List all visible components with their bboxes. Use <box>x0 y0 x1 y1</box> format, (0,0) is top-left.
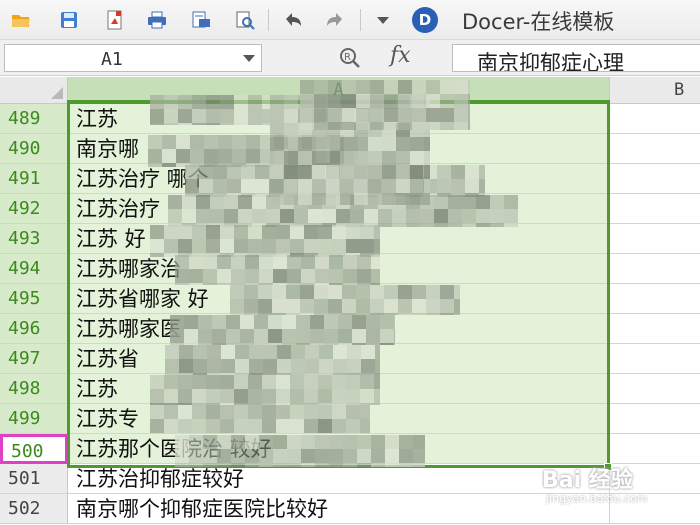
cell-a[interactable]: 江苏那个医院治 较好 <box>68 434 610 464</box>
save-icon[interactable] <box>56 7 82 33</box>
row-header[interactable]: 492 <box>0 194 68 224</box>
cell-b[interactable] <box>610 374 700 404</box>
watermark-url: jingyan.baidu.com <box>546 492 648 505</box>
chevron-down-icon[interactable] <box>243 55 255 62</box>
cell-a[interactable]: 南京哪 <box>68 134 610 164</box>
row-header[interactable]: 493 <box>0 224 68 254</box>
cell-b[interactable] <box>610 134 700 164</box>
cell-b[interactable] <box>610 314 700 344</box>
cell-b[interactable] <box>610 224 700 254</box>
zoom-icon[interactable]: R <box>338 46 362 70</box>
cell-a[interactable]: 江苏哪家治 <box>68 254 610 284</box>
row-header[interactable]: 496 <box>0 314 68 344</box>
cell-a[interactable]: 江苏专 <box>68 404 610 434</box>
column-header-b[interactable]: B <box>610 77 700 104</box>
undo-icon[interactable] <box>280 7 306 33</box>
row-header[interactable]: 494 <box>0 254 68 284</box>
cell-b[interactable] <box>610 254 700 284</box>
cell-b[interactable] <box>610 104 700 134</box>
row-header[interactable]: 502 <box>0 494 68 524</box>
table-row: 492 江苏治疗 <box>0 194 700 224</box>
cell-b[interactable] <box>610 284 700 314</box>
toolbar-separator <box>360 9 361 31</box>
cell-a[interactable]: 江苏治抑郁症较好 <box>68 464 610 494</box>
row-header[interactable]: 498 <box>0 374 68 404</box>
table-row: 494 江苏哪家治 <box>0 254 700 284</box>
row-header[interactable]: 489 <box>0 104 68 134</box>
row-header[interactable]: 491 <box>0 164 68 194</box>
print-preview-icon[interactable] <box>188 7 214 33</box>
redo-icon[interactable] <box>322 7 348 33</box>
cell-b[interactable] <box>610 344 700 374</box>
cell-reference: A1 <box>101 49 123 70</box>
table-row: 496 江苏哪家医 <box>0 314 700 344</box>
cell-a[interactable]: 江苏哪家医 <box>68 314 610 344</box>
row-header[interactable]: 499 <box>0 404 68 434</box>
column-header-a[interactable]: A <box>68 77 610 104</box>
open-folder-icon[interactable] <box>8 7 34 33</box>
cell-b[interactable] <box>610 194 700 224</box>
cell-a[interactable]: 江苏 好 <box>68 224 610 254</box>
docer-title[interactable]: Docer-在线模板 <box>462 6 614 36</box>
cell-b[interactable] <box>610 164 700 194</box>
table-row: 497 江苏省 <box>0 344 700 374</box>
watermark-text: Bai 经验 <box>542 468 633 493</box>
table-row: 491 江苏治疗 哪个 <box>0 164 700 194</box>
baidu-watermark: Bai 经验 jingyan.baidu.com <box>532 452 700 525</box>
row-header[interactable]: 497 <box>0 344 68 374</box>
select-all-corner[interactable] <box>0 77 68 104</box>
cell-a[interactable]: 南京哪个抑郁症医院比较好 <box>68 494 610 524</box>
table-row: 493 江苏 好 <box>0 224 700 254</box>
cell-a[interactable]: 江苏治疗 <box>68 194 610 224</box>
cell-a[interactable]: 江苏 <box>68 374 610 404</box>
print-icon[interactable] <box>144 7 170 33</box>
dropdown-icon[interactable] <box>370 7 396 33</box>
row-header[interactable]: 501 <box>0 464 68 494</box>
fx-icon[interactable]: fx <box>390 43 411 68</box>
table-row: 498 江苏 <box>0 374 700 404</box>
docer-logo-icon[interactable]: D <box>412 7 438 33</box>
toolbar-separator <box>268 9 269 31</box>
export-pdf-icon[interactable] <box>102 7 128 33</box>
row-header[interactable]: 490 <box>0 134 68 164</box>
cell-b[interactable] <box>610 404 700 434</box>
cell-a[interactable]: 江苏省 <box>68 344 610 374</box>
row-header[interactable]: 495 <box>0 284 68 314</box>
svg-text:R: R <box>344 52 351 63</box>
cell-a[interactable]: 江苏省哪家 好 <box>68 284 610 314</box>
name-box[interactable]: A1 <box>4 44 262 72</box>
formula-text: 南京抑郁症心理 <box>477 51 624 72</box>
formula-input[interactable]: 南京抑郁症心理 <box>452 44 700 72</box>
spell-check-icon[interactable] <box>232 7 258 33</box>
table-row: 490 南京哪 <box>0 134 700 164</box>
table-row: 495 江苏省哪家 好 <box>0 284 700 314</box>
cell-a[interactable]: 江苏治疗 哪个 <box>68 164 610 194</box>
cell-a[interactable]: 江苏 <box>68 104 610 134</box>
table-row: 499 江苏专 <box>0 404 700 434</box>
row-header[interactable]: 500 <box>0 434 68 464</box>
table-row: 489 江苏 <box>0 104 700 134</box>
toolbar: D Docer-在线模板 <box>0 0 700 40</box>
formula-bar: A1 R fx 南京抑郁症心理 <box>0 40 700 76</box>
